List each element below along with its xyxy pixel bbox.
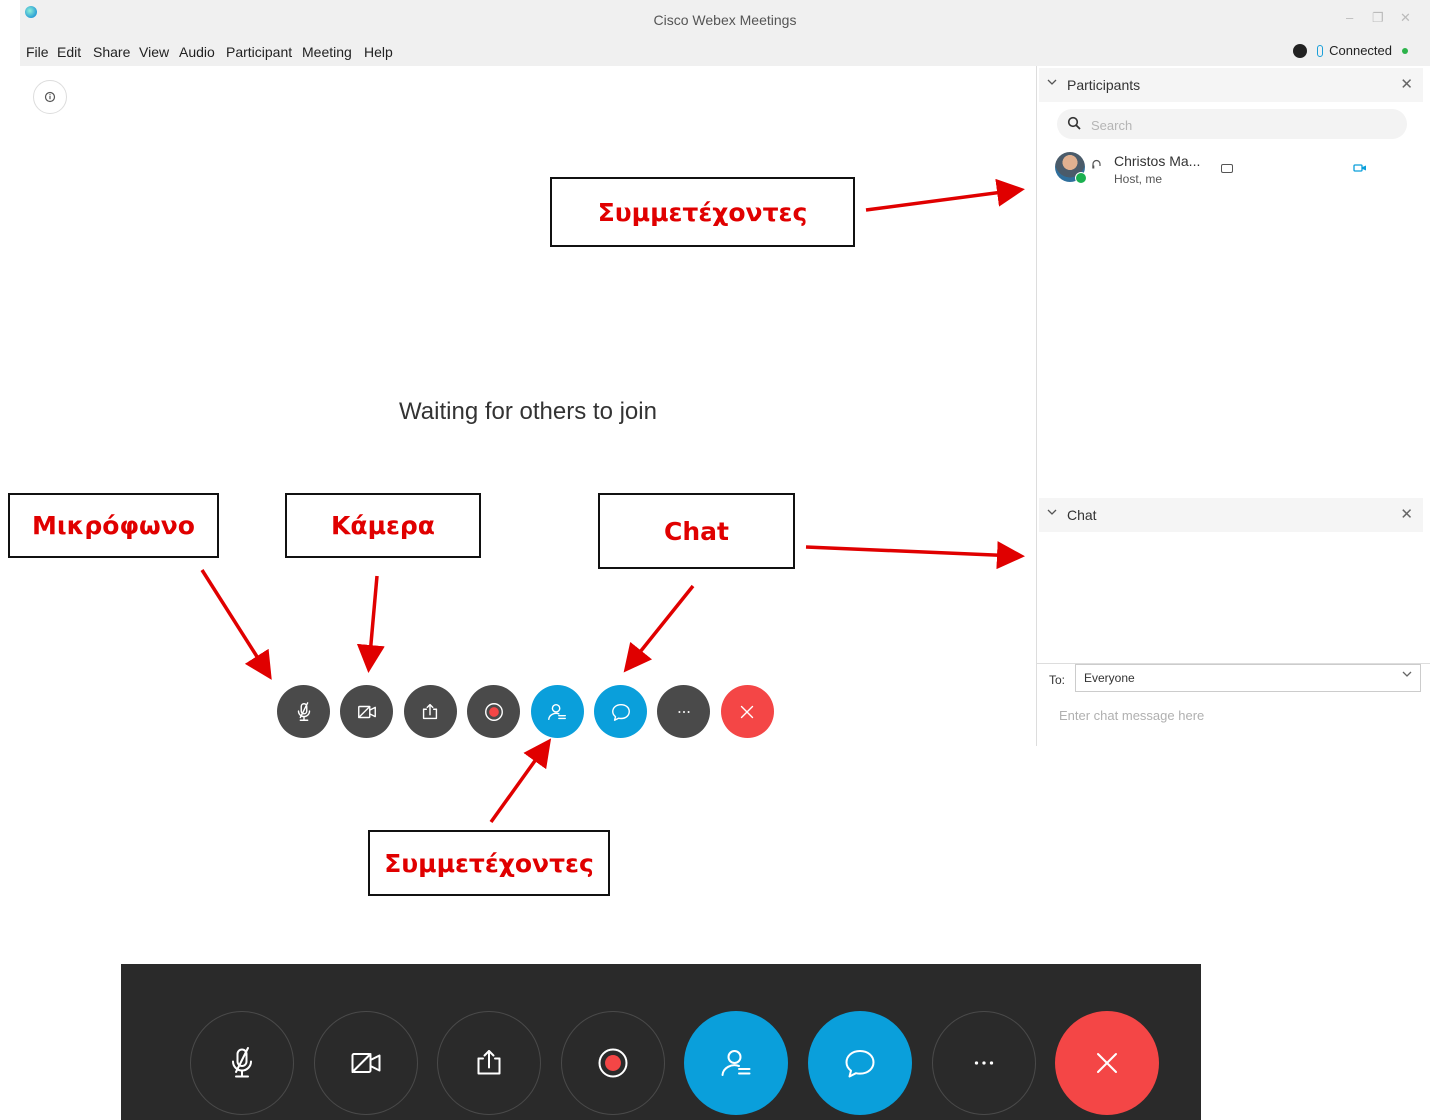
arrow-to-video-button <box>356 575 385 673</box>
arrow-to-chat-button <box>623 584 695 673</box>
arrow-to-participants-button <box>489 738 552 824</box>
annotation-arrows <box>200 178 1025 824</box>
arrow-to-participants-panel <box>865 178 1025 212</box>
arrow-to-chat-panel <box>805 541 1025 570</box>
arrow-to-mute-button <box>200 569 272 680</box>
